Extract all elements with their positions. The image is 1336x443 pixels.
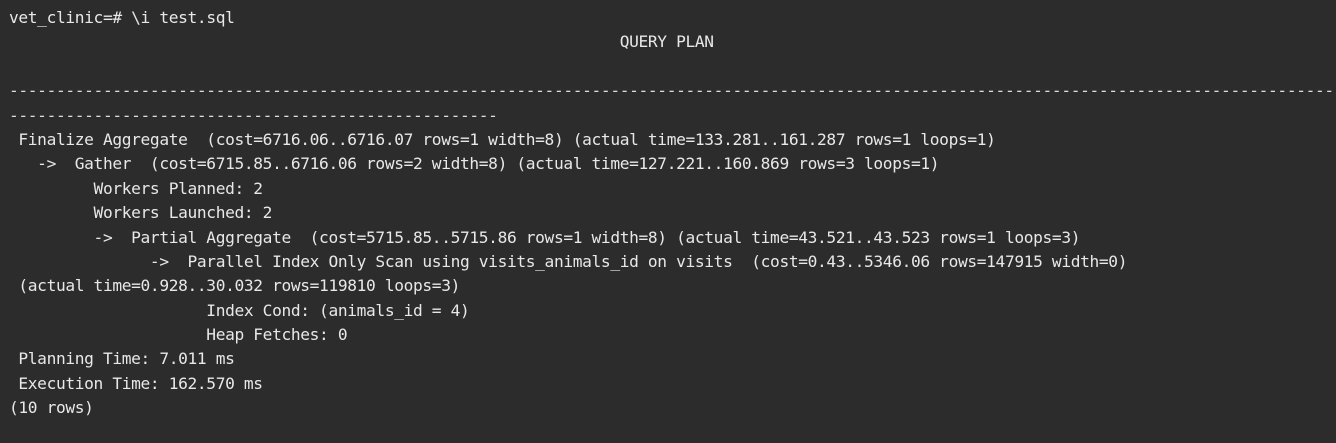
plan-row: Workers Launched: 2 [9, 203, 273, 223]
planning-time-row: Planning Time: 7.011 ms [9, 349, 235, 369]
command-line: vet_clinic=# \i test.sql [9, 6, 1336, 30]
execution-time-row: Execution Time: 162.570 ms [9, 373, 263, 393]
psql-prompt: vet_clinic=# [9, 8, 132, 27]
separator-line: ----------------------------------------… [9, 81, 1336, 101]
plan-row: Workers Planned: 2 [9, 178, 263, 198]
query-plan-header: QUERY PLAN [9, 32, 714, 52]
plan-row-wrapped: (actual time=0.928..30.032 rows=119810 l… [9, 276, 460, 296]
plan-row: -> Partial Aggregate (cost=5715.85..5715… [9, 227, 1081, 247]
row-count-footer: (10 rows) [9, 398, 94, 418]
plan-row: -> Parallel Index Only Scan using visits… [9, 251, 1128, 271]
separator-line-continued: ----------------------------------------… [9, 105, 498, 125]
terminal-window[interactable]: vet_clinic=# \i test.sql QUERY PLAN ----… [0, 0, 1336, 443]
plan-row: Finalize Aggregate (cost=6716.06..6716.0… [9, 129, 996, 149]
plan-row: Index Cond: (animals_id = 4) [9, 300, 470, 320]
plan-row: Heap Fetches: 0 [9, 325, 348, 345]
plan-row: -> Gather (cost=6715.85..6716.06 rows=2 … [9, 154, 940, 174]
entered-command: \i test.sql [131, 8, 235, 27]
